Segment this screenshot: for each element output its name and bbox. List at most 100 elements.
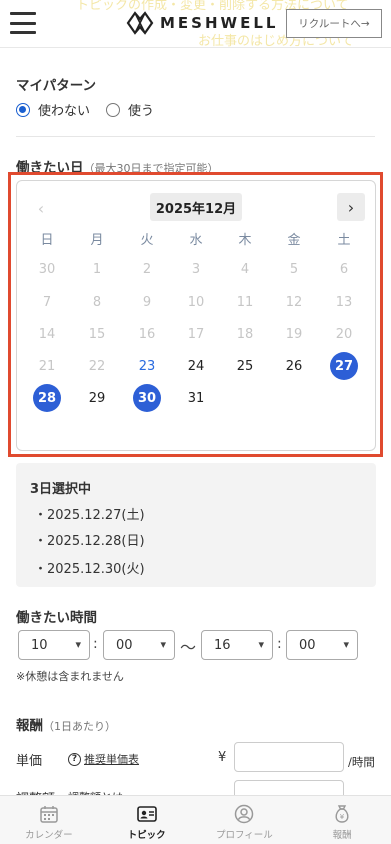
nav-topic-label: トピック [127, 830, 166, 841]
calendar-day-disabled: 11 [236, 294, 254, 310]
calendar-day-disabled: 10 [187, 294, 205, 310]
pattern-option-no-label[interactable]: 使わない [38, 100, 90, 119]
logo-text: MESHWELL [160, 14, 279, 32]
weekday-label: 日 [40, 233, 54, 248]
meshwell-logo[interactable]: MESHWELL [126, 10, 278, 36]
selection-count: 3日選択中 [30, 482, 92, 497]
weekday-label: 木 [238, 233, 252, 248]
end-minute-select[interactable]: 00 ▾ [286, 630, 358, 660]
weekday-label: 月 [90, 233, 104, 248]
calendar-day-disabled: 13 [335, 294, 353, 310]
calendar-day-disabled: 14 [38, 326, 56, 342]
app-header: トピックの作成・変更・削除する方法について お仕事のはじめ方について MESHW… [0, 0, 391, 49]
start-minute-value: 00 [116, 637, 133, 653]
logo-mark-icon [126, 11, 154, 35]
worktime-title: 働きたい時間 [16, 610, 97, 626]
unit-price-label: 単価 [16, 754, 43, 769]
calendar-day[interactable]: 26 [280, 352, 308, 380]
reward-title: 報酬（1日あたり） [16, 714, 116, 734]
end-hour-select[interactable]: 16 ▾ [201, 630, 273, 660]
month-label[interactable]: 2025年12月 [150, 193, 242, 221]
calendar-day-today[interactable]: 23 [133, 352, 161, 380]
calendar-day-disabled: 7 [42, 294, 52, 310]
next-month-button[interactable]: › [337, 193, 365, 221]
selected-date-item: ・2025.12.30(火) [34, 562, 145, 577]
chevron-down-icon: ▾ [258, 638, 264, 651]
calendar-day-disabled: 22 [88, 358, 106, 374]
calendar-day[interactable]: 29 [83, 384, 111, 412]
nav-calendar-label: カレンダー [25, 830, 73, 841]
calendar-day-selected[interactable]: 28 [33, 384, 61, 412]
menu-icon[interactable] [10, 12, 36, 34]
calendar-day-disabled: 4 [240, 261, 250, 277]
divider [16, 136, 375, 137]
selected-date-item: ・2025.12.28(日) [34, 534, 145, 549]
weekday-label: 水 [189, 233, 203, 248]
nav-calendar[interactable]: カレンダー [0, 796, 98, 844]
pattern-radio-no[interactable] [16, 102, 30, 117]
calendar-day-disabled: 2 [142, 261, 152, 277]
money-bag-icon: ¥ [335, 805, 349, 823]
weekday-label: 火 [140, 233, 154, 248]
calendar-day-disabled: 18 [236, 326, 254, 342]
recommended-price-link[interactable]: ? 推奨単価表 [68, 751, 139, 767]
currency-symbol: ¥ [218, 750, 227, 765]
break-note: ※休憩は含まれません [16, 670, 124, 683]
svg-text:¥: ¥ [340, 813, 345, 821]
recruit-button[interactable]: リクルートへ→ [286, 9, 382, 38]
id-card-icon [136, 806, 157, 822]
chevron-down-icon: ▾ [343, 638, 349, 651]
prev-month-button[interactable]: ‹ [28, 194, 54, 222]
person-icon [235, 804, 254, 824]
calendar-icon [40, 806, 58, 823]
recommended-price-link-text: 推奨単価表 [84, 753, 139, 766]
calendar-day-disabled: 12 [285, 294, 303, 310]
calendar-day-disabled: 30 [38, 261, 56, 277]
start-hour-value: 10 [31, 637, 48, 653]
unit-price-input[interactable] [234, 742, 344, 772]
selected-date-item: ・2025.12.27(土) [34, 508, 145, 523]
calendar-day-disabled: 15 [88, 326, 106, 342]
weekday-label: 金 [287, 233, 301, 248]
start-hour-select[interactable]: 10 ▾ [18, 630, 90, 660]
calendar-day-disabled: 9 [142, 294, 152, 310]
nav-profile-label: プロフィール [215, 830, 273, 841]
pattern-option-yes-label[interactable]: 使う [128, 100, 154, 119]
my-pattern-title: マイパターン [16, 78, 97, 94]
weekday-label: 土 [337, 233, 351, 248]
calendar-day-disabled: 3 [191, 261, 201, 277]
calendar-day-disabled: 21 [38, 358, 56, 374]
calendar-day-selected[interactable]: 30 [133, 384, 161, 412]
calendar-day-disabled: 1 [92, 261, 102, 277]
pattern-radio-yes[interactable] [106, 102, 121, 117]
question-icon: ? [68, 752, 81, 766]
pattern-radio-group: 使わない 使う [16, 100, 154, 119]
calendar-day[interactable]: 24 [182, 352, 210, 380]
calendar-day-disabled: 5 [289, 261, 299, 277]
nav-topic[interactable]: トピック [98, 796, 196, 844]
nav-profile[interactable]: プロフィール [196, 796, 294, 844]
chevron-left-icon: ‹ [37, 198, 45, 218]
calendar-day[interactable]: 31 [182, 384, 210, 412]
bottom-nav: カレンダー トピック プロフィール ¥ 報酬 [0, 795, 391, 844]
chevron-right-icon: › [347, 197, 355, 217]
time-separator: 〜 [180, 638, 197, 657]
chevron-down-icon: ▾ [160, 638, 166, 651]
start-minute-select[interactable]: 00 ▾ [103, 630, 175, 660]
end-minute-value: 00 [299, 637, 316, 653]
calendar-day-disabled: 8 [92, 294, 102, 310]
nav-reward-label: 報酬 [332, 830, 352, 841]
reward-title-text: 報酬 [16, 718, 43, 734]
calendar-day-disabled: 20 [335, 326, 353, 342]
nav-reward[interactable]: ¥ 報酬 [293, 796, 391, 844]
calendar-day[interactable]: 25 [231, 352, 259, 380]
calendar-day-disabled: 6 [339, 261, 349, 277]
reward-note: （1日あたり） [43, 720, 116, 733]
calendar-day-disabled: 19 [285, 326, 303, 342]
chevron-down-icon: ▾ [75, 638, 81, 651]
calendar-day-selected[interactable]: 27 [330, 352, 358, 380]
calendar-day-disabled: 16 [138, 326, 156, 342]
time-colon: : [277, 636, 282, 652]
time-colon: : [93, 636, 98, 652]
calendar-day-disabled: 17 [187, 326, 205, 342]
